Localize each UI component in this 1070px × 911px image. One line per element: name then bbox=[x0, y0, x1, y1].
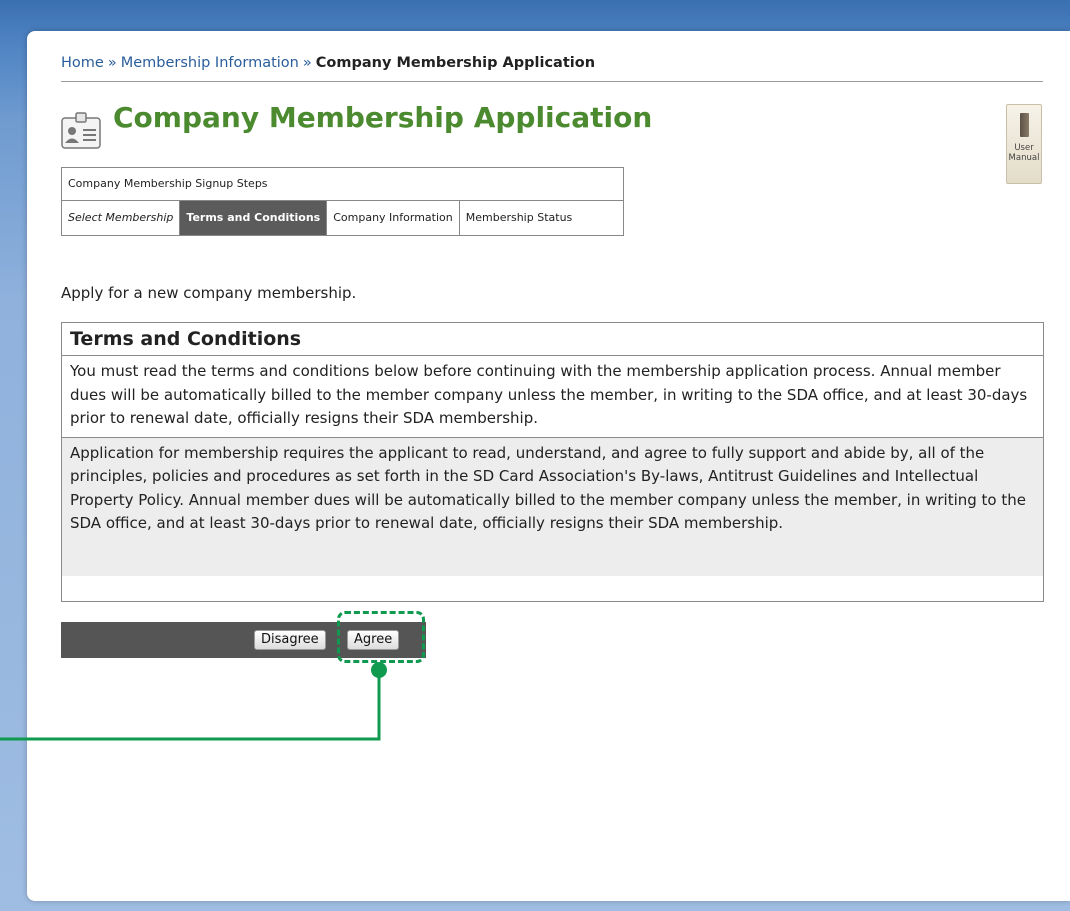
terms-notice: You must read the terms and conditions b… bbox=[62, 356, 1043, 438]
user-manual-label-line1: User bbox=[1014, 143, 1034, 153]
step-membership-status: Membership Status bbox=[465, 211, 573, 224]
breadcrumb: Home» Membership Information» Company Memb… bbox=[61, 55, 1043, 82]
signup-steps-caption: Company Membership Signup Steps bbox=[62, 168, 623, 201]
breadcrumb-membership-info-link[interactable]: Membership Information bbox=[121, 55, 299, 71]
terms-panel: Terms and Conditions You must read the t… bbox=[61, 322, 1044, 602]
page-title: Company Membership Application bbox=[113, 101, 653, 134]
breadcrumb-home-link[interactable]: Home bbox=[61, 55, 104, 71]
book-icon bbox=[1019, 113, 1029, 137]
breadcrumb-separator: » bbox=[302, 55, 312, 71]
breadcrumb-separator: » bbox=[107, 55, 117, 71]
breadcrumb-current: Company Membership Application bbox=[315, 55, 596, 71]
user-manual-button[interactable]: User Manual bbox=[1006, 104, 1042, 184]
step-select-membership: Select Membership bbox=[62, 201, 181, 235]
user-manual-label-line2: Manual bbox=[1008, 153, 1040, 163]
step-terms-and-conditions: Terms and Conditions bbox=[180, 201, 328, 235]
signup-steps-row: Select Membership Terms and Conditions C… bbox=[62, 201, 623, 235]
agree-highlight bbox=[337, 611, 425, 663]
signup-steps: Company Membership Signup Steps Select M… bbox=[61, 167, 624, 236]
terms-body: Application for membership requires the … bbox=[62, 437, 1043, 576]
intro-text: Apply for a new company membership. bbox=[61, 284, 357, 302]
step-company-information: Company Information bbox=[327, 201, 460, 235]
id-card-icon bbox=[61, 112, 101, 149]
terms-heading: Terms and Conditions bbox=[62, 323, 1043, 356]
disagree-button[interactable]: Disagree bbox=[254, 630, 326, 650]
